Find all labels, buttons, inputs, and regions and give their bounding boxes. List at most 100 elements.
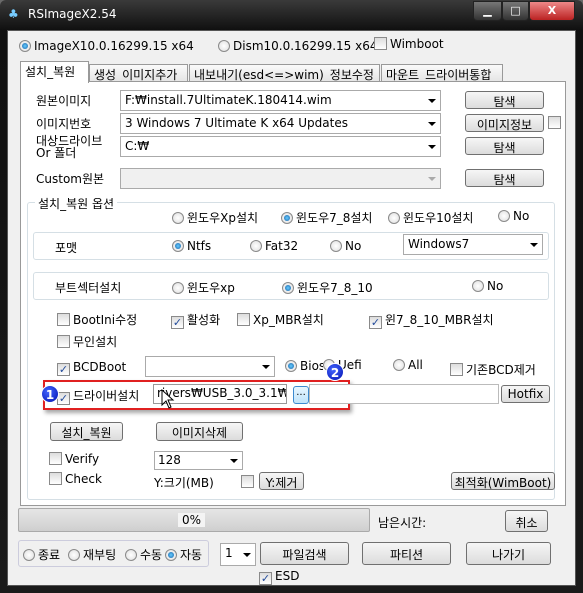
chunk-size-combo[interactable]: 128 bbox=[154, 451, 243, 470]
label: Xp_MBR설치 bbox=[253, 313, 324, 327]
label: 윈도우xp bbox=[187, 281, 235, 295]
radio-dism[interactable]: Dism10.0.16299.15 x64 bbox=[218, 39, 378, 53]
checkbox-xp-mbr[interactable]: Xp_MBR설치 bbox=[237, 311, 324, 328]
tab-install[interactable]: 설치_복원 bbox=[20, 61, 89, 83]
driver-extra-input[interactable] bbox=[309, 384, 499, 404]
radio-icon bbox=[393, 359, 405, 371]
radio-boot-xp[interactable]: 윈도우xp bbox=[172, 279, 235, 296]
minimize-button[interactable]: ▁ bbox=[473, 1, 502, 21]
radio-format-no[interactable]: No bbox=[330, 239, 361, 253]
checkbox-esd[interactable]: ✓ ESD bbox=[259, 569, 299, 585]
bcdboot-combo[interactable] bbox=[145, 356, 275, 377]
radio-icon bbox=[330, 240, 342, 252]
dropdown-arrow-icon bbox=[530, 242, 538, 247]
checkbox-wimboot[interactable]: Wimboot bbox=[374, 37, 444, 51]
label: 무인설치 bbox=[73, 335, 118, 349]
radio-reboot[interactable]: 재부팅 bbox=[68, 546, 116, 563]
radio-icon bbox=[282, 282, 294, 294]
label: 재부팅 bbox=[83, 548, 117, 562]
checkbox-verify[interactable]: Verify bbox=[49, 452, 99, 466]
source-combo[interactable]: F:₩install.7UltimateK.180414.wim bbox=[120, 90, 441, 111]
radio-fat32[interactable]: Fat32 bbox=[250, 239, 298, 253]
label: BootIni수정 bbox=[73, 313, 138, 327]
tab-mount[interactable]: 마운트_드라이버통합 bbox=[381, 64, 503, 82]
checkbox-activate[interactable]: ✓ 활성화 bbox=[171, 311, 220, 329]
radio-os-xp[interactable]: 윈도우Xp설치 bbox=[172, 209, 258, 226]
app-icon: ♣ bbox=[8, 7, 19, 21]
install-restore-button[interactable]: 설치_복원 bbox=[50, 422, 123, 441]
delete-image-button[interactable]: 이미지삭제 bbox=[156, 422, 243, 441]
annotation-badge-2: 2 bbox=[326, 363, 344, 381]
index-combo[interactable]: 3 Windows 7 Ultimate K x64 Updates bbox=[120, 113, 441, 134]
radio-os-7-8[interactable]: 윈도우7_8설치 bbox=[281, 209, 372, 226]
close-button[interactable]: X bbox=[529, 1, 575, 21]
driver-browse-button[interactable]: ... bbox=[293, 386, 309, 404]
chunk-remove-checkbox[interactable] bbox=[241, 475, 254, 488]
label: 기존BCD제거 bbox=[466, 363, 536, 377]
dropdown-arrow-icon bbox=[428, 121, 436, 126]
checkbox-driver-install[interactable]: ✓ 드라이버설치 bbox=[57, 387, 139, 405]
image-info-button[interactable]: 이미지정보 bbox=[465, 114, 544, 132]
custom-label: Custom원본 bbox=[36, 172, 105, 186]
radio-auto[interactable]: 자동 bbox=[165, 546, 202, 563]
radio-icon bbox=[68, 549, 80, 561]
radio-ntfs[interactable]: Ntfs bbox=[172, 239, 211, 253]
checkbox-bootini[interactable]: BootIni수정 bbox=[57, 311, 137, 328]
target-combo[interactable]: C:₩ bbox=[120, 136, 441, 157]
radio-imagex[interactable]: ImageX10.0.16299.15 x64 bbox=[19, 39, 194, 53]
source-browse-button[interactable]: 탐색 bbox=[465, 91, 544, 109]
y-remove-button[interactable]: Y:제거 bbox=[259, 472, 304, 490]
count-combo[interactable]: 1 bbox=[220, 543, 256, 566]
dropdown-arrow-icon bbox=[243, 552, 251, 557]
radio-icon bbox=[165, 549, 177, 561]
radio-icon bbox=[172, 212, 184, 224]
radio-manual[interactable]: 수동 bbox=[125, 546, 162, 563]
progress-bar: 0% bbox=[18, 508, 370, 532]
label: No bbox=[513, 209, 530, 223]
image-info-checkbox[interactable] bbox=[548, 116, 561, 129]
label: No bbox=[345, 239, 362, 253]
hotfix-button[interactable]: Hotfix bbox=[501, 385, 550, 403]
radio-icon bbox=[285, 360, 297, 372]
exit-button[interactable]: 나가기 bbox=[466, 542, 551, 565]
file-search-button[interactable]: 파일검색 bbox=[260, 542, 349, 565]
maximize-button[interactable]: □ bbox=[502, 1, 529, 21]
radio-icon bbox=[250, 240, 262, 252]
checkbox-unattend[interactable]: 무인설치 bbox=[57, 333, 117, 350]
label: ESD bbox=[275, 569, 300, 583]
optimize-wimboot-button[interactable]: 최적화(WimBoot) bbox=[451, 472, 555, 490]
tab-create[interactable]: 생성_이미지추가 bbox=[89, 64, 188, 82]
label: ImageX10.0.16299.15 x64 bbox=[34, 39, 194, 53]
label: Ntfs bbox=[187, 239, 212, 253]
target-label: 대상드라이브 Or 폴더 bbox=[36, 135, 102, 159]
os-version-combo[interactable]: Windows7 bbox=[403, 234, 543, 255]
checkbox-icon bbox=[49, 452, 62, 465]
checkbox-remove-bcd[interactable]: 기존BCD제거 bbox=[450, 361, 536, 378]
checkbox-check[interactable]: Check bbox=[49, 472, 102, 486]
label-line2: Or 폴더 bbox=[36, 146, 77, 160]
label: All bbox=[408, 358, 423, 372]
checkbox-bcdboot[interactable]: ✓ BCDBoot bbox=[57, 360, 126, 376]
cancel-button[interactable]: 취소 bbox=[505, 510, 548, 532]
partition-button[interactable]: 파티션 bbox=[362, 542, 451, 565]
options-title: 설치_복원 옵션 bbox=[35, 195, 118, 212]
radio-all[interactable]: All bbox=[393, 358, 423, 372]
radio-icon bbox=[172, 282, 184, 294]
radio-os-10[interactable]: 윈도우10설치 bbox=[388, 209, 473, 226]
radio-boot-no[interactable]: No bbox=[472, 279, 503, 293]
app-window: ♣ RSImageX2.54 ▁ □ X ImageX10.0.16299.15… bbox=[0, 0, 583, 593]
target-browse-button[interactable]: 탐색 bbox=[465, 137, 544, 155]
window-title: RSImageX2.54 bbox=[28, 7, 117, 21]
radio-shutdown[interactable]: 종료 bbox=[23, 546, 60, 563]
checkbox-win7-mbr[interactable]: ✓ 윈7_8_10_MBR설치 bbox=[369, 311, 494, 329]
radio-icon bbox=[498, 210, 510, 222]
custom-browse-button[interactable]: 탐색 bbox=[465, 169, 544, 187]
custom-combo[interactable] bbox=[120, 168, 441, 189]
label: Wimboot bbox=[390, 37, 444, 51]
label: No bbox=[487, 279, 504, 293]
radio-bios[interactable]: Bios bbox=[285, 359, 325, 373]
radio-icon bbox=[19, 40, 31, 52]
tab-export[interactable]: 내보내기(esd<=>wim)_정보수정 bbox=[189, 64, 380, 82]
radio-boot-7-8-10[interactable]: 윈도우7_8_10 bbox=[282, 279, 373, 296]
radio-os-no[interactable]: No bbox=[498, 209, 529, 223]
